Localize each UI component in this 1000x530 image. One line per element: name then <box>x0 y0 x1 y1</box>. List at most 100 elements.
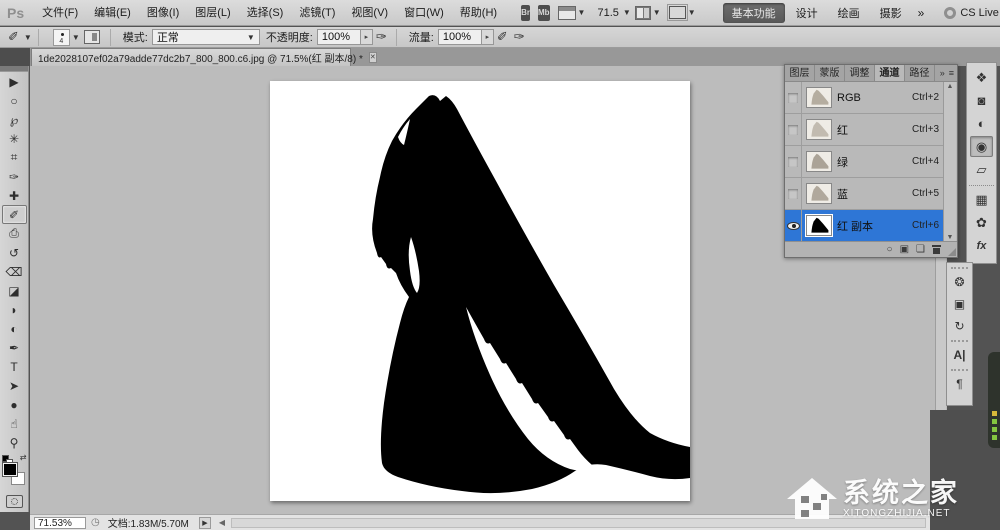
toggle-brush-panel-icon[interactable] <box>83 30 100 44</box>
flow-input[interactable]: 100% <box>437 29 482 45</box>
edge-widget[interactable] <box>988 352 1000 448</box>
scroll-up-icon[interactable]: ▲ <box>944 83 956 90</box>
layers-panel-icon[interactable]: ❖ <box>970 67 993 88</box>
horizontal-scrollbar[interactable] <box>231 517 926 528</box>
status-zoom-input[interactable]: 71.53% <box>34 516 86 529</box>
airbrush-icon[interactable]: ✐ <box>497 29 508 45</box>
dock-drag-handle[interactable] <box>951 267 968 269</box>
swatches-panel-icon[interactable]: ▦ <box>970 189 993 210</box>
hand-tool[interactable]: ☝ <box>2 414 27 433</box>
tab-channels[interactable]: 通道 <box>875 65 905 81</box>
navigator-panel-icon[interactable]: ▣ <box>949 294 971 314</box>
healing-brush-tool[interactable]: ✚ <box>2 186 27 205</box>
tab-layers[interactable]: 图层 <box>785 65 815 81</box>
tablet-pressure-size-icon[interactable]: ✑ <box>514 29 525 45</box>
adjustments-panel-icon[interactable]: ◐ <box>970 113 993 134</box>
masks-panel-icon[interactable]: ◙ <box>970 90 993 111</box>
crop-tool[interactable]: ⌗ <box>2 148 27 167</box>
visibility-toggle[interactable] <box>785 114 802 145</box>
load-selection-button[interactable]: ○ <box>887 243 893 257</box>
visibility-toggle[interactable] <box>785 146 802 177</box>
menu-help[interactable]: 帮助(H) <box>452 0 505 26</box>
eyedropper-tool[interactable]: ✑ <box>2 167 27 186</box>
rotate-view-panel-icon[interactable]: ↻ <box>949 316 971 336</box>
channel-row-rgb[interactable]: RGB Ctrl+2 <box>785 82 944 114</box>
collapse-panel-icon[interactable]: » <box>940 68 945 78</box>
dock-drag-handle[interactable] <box>951 369 968 371</box>
visibility-toggle[interactable] <box>785 82 802 113</box>
bridge-button[interactable]: Br <box>521 4 530 21</box>
zoom-level-dropdown[interactable]: 71.5 <box>597 7 618 19</box>
default-colors-icon[interactable] <box>1 455 13 466</box>
workspace-essentials[interactable]: 基本功能 <box>722 2 785 23</box>
quick-selection-tool[interactable]: ✳ <box>2 129 27 148</box>
clone-stamp-tool[interactable]: ⎙ <box>2 224 27 243</box>
character-panel-icon[interactable]: A| <box>949 345 971 365</box>
menu-edit[interactable]: 编辑(E) <box>86 0 139 26</box>
view-extras-button[interactable]: ▼ <box>557 5 585 20</box>
shape-tool[interactable]: ● <box>2 395 27 414</box>
chevron-down-icon[interactable]: ▼ <box>24 33 32 42</box>
scroll-left-icon[interactable]: ◀ <box>219 518 225 527</box>
clone-source-panel-icon[interactable]: ❂ <box>949 272 971 292</box>
swap-colors-icon[interactable]: ⇄ <box>20 453 27 462</box>
delete-channel-button[interactable] <box>932 245 941 254</box>
status-options-button[interactable]: ▶ <box>198 516 211 529</box>
move-tool[interactable]: ▶ <box>2 72 27 91</box>
panel-menu-icon[interactable]: ≡ <box>949 68 954 78</box>
cs-live-button[interactable]: CS Live ▼ <box>944 6 1000 19</box>
brush-tool[interactable]: ✐ <box>1 205 27 224</box>
channel-row-green[interactable]: 绿 Ctrl+4 <box>785 146 944 178</box>
menu-select[interactable]: 选择(S) <box>239 0 292 26</box>
document-close-icon[interactable]: ✕ <box>368 52 377 63</box>
channel-row-red[interactable]: 红 Ctrl+3 <box>785 114 944 146</box>
panel-scrollbar[interactable]: ▲ ▼ <box>943 82 956 242</box>
mini-bridge-button[interactable]: Mb <box>537 4 550 21</box>
visibility-toggle[interactable] <box>785 210 802 241</box>
menu-file[interactable]: 文件(F) <box>34 0 86 26</box>
gradient-tool[interactable]: ◪ <box>2 281 27 300</box>
new-channel-button[interactable]: ❏ <box>916 243 925 257</box>
menu-image[interactable]: 图像(I) <box>139 0 187 26</box>
path-selection-tool[interactable]: ➤ <box>2 376 27 395</box>
save-selection-button[interactable]: ▣ <box>900 243 909 257</box>
visibility-toggle[interactable] <box>785 178 802 209</box>
foreground-color-swatch[interactable] <box>1 462 18 477</box>
opacity-input[interactable]: 100% <box>316 29 361 45</box>
tab-paths[interactable]: 路径 <box>905 65 935 81</box>
opacity-slider-button[interactable]: ▸ <box>360 29 373 45</box>
flow-slider-button[interactable]: ▸ <box>481 29 494 45</box>
blur-tool[interactable]: ◗ <box>2 300 27 319</box>
effects-panel-icon[interactable]: fx <box>970 235 993 256</box>
arrange-documents-button[interactable]: ▼ <box>634 5 661 20</box>
workspace-overflow-button[interactable]: » <box>912 6 931 20</box>
menu-view[interactable]: 视图(V) <box>343 0 396 26</box>
chevron-down-icon[interactable]: ▼ <box>72 33 80 42</box>
marquee-tool[interactable]: ○ <box>2 91 27 110</box>
panel-resize-grip[interactable] <box>948 248 956 256</box>
lasso-tool[interactable]: ℘ <box>2 110 27 129</box>
menu-window[interactable]: 窗口(W) <box>396 0 452 26</box>
menu-filter[interactable]: 滤镜(T) <box>291 0 343 26</box>
workspace-design[interactable]: 设计 <box>787 3 827 23</box>
paragraph-panel-icon[interactable]: ¶ <box>949 374 971 394</box>
quick-mask-button[interactable] <box>5 495 23 508</box>
document-tab[interactable]: 1de2028107ef02a79adde77dc2b7_800_800.c6.… <box>31 48 377 66</box>
workspace-photography[interactable]: 摄影 <box>871 3 911 23</box>
color-panel-icon[interactable]: ✿ <box>970 212 993 233</box>
eraser-tool[interactable]: ⌫ <box>2 262 27 281</box>
menu-layer[interactable]: 图层(L) <box>187 0 238 26</box>
scroll-down-icon[interactable]: ▼ <box>944 234 956 241</box>
zoom-tool[interactable]: ⚲ <box>2 433 27 452</box>
channel-row-blue[interactable]: 蓝 Ctrl+5 <box>785 178 944 210</box>
transform-panel-icon[interactable]: ▱ <box>970 159 993 180</box>
dock-drag-handle[interactable] <box>951 340 968 342</box>
screen-mode-button[interactable]: ▼ <box>666 4 696 21</box>
tab-adjustments[interactable]: 调整 <box>845 65 875 81</box>
blend-mode-select[interactable]: 正常 ▼ <box>151 29 260 45</box>
canvas[interactable] <box>270 81 690 501</box>
history-brush-tool[interactable]: ↺ <box>2 243 27 262</box>
type-tool[interactable]: T <box>2 357 27 376</box>
pen-tool[interactable]: ✒ <box>2 338 27 357</box>
styles-panel-icon[interactable]: ◉ <box>970 136 993 157</box>
